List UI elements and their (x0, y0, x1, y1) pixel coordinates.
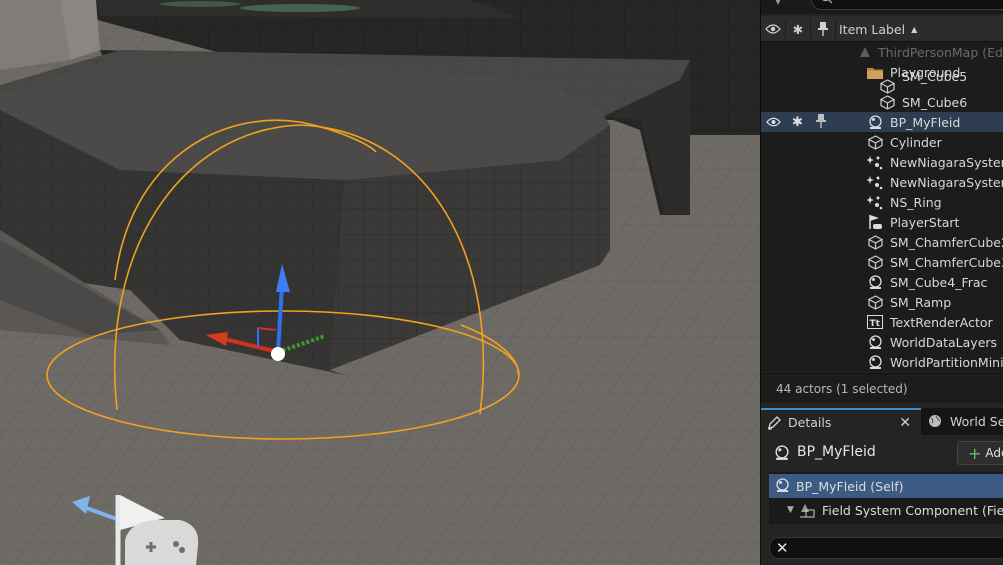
clear-search-icon[interactable]: ✕ (776, 539, 789, 557)
component-row[interactable]: ▼ Field System Component (FieldSystemCom… (769, 498, 1003, 522)
outliner-toolbar: ▾ (761, 0, 1003, 14)
outliner-row-label: WorldDataLayers (890, 334, 998, 350)
outliner-row[interactable]: WorldDataLayers (761, 332, 1003, 352)
outliner-row-label: SM_ChamferCube3 (890, 254, 1003, 270)
item-label-header-text: Item Label (839, 21, 906, 37)
static-mesh-icon (867, 134, 883, 150)
eye-icon[interactable] (766, 115, 782, 130)
plus-icon: + (968, 443, 982, 463)
outliner-header: ✱ Item Label ▲ (761, 16, 1003, 42)
actor-sphere-icon (867, 114, 883, 130)
details-actor-name[interactable]: BP_MyFleid (797, 444, 876, 460)
right-panel: ▾ ✱ Item Label ▲ ThirdPersonMap (Ed Play… (760, 0, 1003, 565)
outliner-row[interactable]: NewNiagaraSystem (761, 152, 1003, 172)
star-icon: ✱ (792, 21, 804, 37)
tab-world-settings-label: World Settings (950, 414, 1003, 429)
static-mesh-icon (867, 294, 883, 310)
field-system-icon (799, 502, 815, 518)
component-label: BP_MyFleid (Self) (796, 478, 904, 494)
actor-sphere-icon (867, 274, 883, 290)
search-icon (820, 0, 834, 5)
outliner-row[interactable]: SM_Cube6 (761, 92, 1003, 112)
outliner-row-label: Cylinder (890, 134, 942, 150)
close-icon[interactable]: ✕ (899, 415, 911, 431)
pencil-icon (767, 415, 782, 433)
visibility-column-header[interactable] (761, 16, 785, 42)
outliner-row-label: SM_Cube4_Frac (890, 274, 988, 290)
map-icon (857, 44, 873, 60)
expand-arrow-icon[interactable]: ▼ (787, 505, 794, 515)
outliner-row-label: NewNiagaraSystem (890, 174, 1003, 190)
actor-sphere-icon (774, 445, 790, 464)
outliner-row[interactable]: SM_Cube4_Frac (761, 272, 1003, 292)
details-header: BP_MyFleid + Add (761, 437, 1003, 469)
outliner-row[interactable]: NewNiagaraSystem (761, 172, 1003, 192)
viewport-scene (0, 0, 760, 565)
level-viewport[interactable] (0, 0, 760, 565)
outliner-row-label: SM_Cube6 (902, 94, 968, 110)
static-mesh-icon (867, 254, 883, 270)
outliner-row-label: PlayerStart (890, 214, 960, 230)
player-start-icon (867, 214, 883, 230)
outliner-row[interactable]: NS_Ring (761, 192, 1003, 212)
filter-icon[interactable]: ▾ (775, 0, 781, 8)
eye-icon (765, 24, 781, 34)
sort-ascending-icon: ▲ (911, 24, 918, 34)
outliner-row[interactable]: Tt TextRenderActor (761, 312, 1003, 332)
outliner-row[interactable]: PlayerStart (761, 212, 1003, 232)
globe-icon (928, 414, 942, 431)
outliner-row-label: SM_ChamferCube2 (890, 234, 1003, 250)
outliner-tree[interactable]: ThirdPersonMap (Editor) Playground SM_Cu… (761, 42, 1003, 372)
pin-icon (818, 22, 828, 36)
svg-text:Tt: Tt (870, 319, 881, 329)
pin-icon[interactable] (816, 113, 828, 131)
star-column-header[interactable]: ✱ (786, 16, 810, 42)
outliner-row[interactable]: SM_Ramp (761, 292, 1003, 312)
static-mesh-icon (879, 94, 895, 110)
outliner-row-label: WorldPartitionMiniMap (890, 354, 1003, 370)
star-icon[interactable]: ✱ (792, 115, 804, 130)
outliner-row-map[interactable]: ThirdPersonMap (Editor) (761, 42, 1003, 62)
niagara-icon (867, 194, 883, 210)
tab-world-settings[interactable]: World Settings (926, 408, 1003, 435)
column-divider (835, 19, 836, 39)
details-tabbar: Details ✕ World Settings (761, 408, 1003, 435)
item-label-column-header[interactable]: Item Label ▲ (839, 16, 999, 42)
details-search-box[interactable]: ✕ (769, 537, 1003, 559)
outliner-row-label: ThirdPersonMap (Editor) (878, 44, 1003, 60)
outliner-row-label: TextRenderActor (890, 314, 993, 330)
tab-details[interactable]: Details ✕ (761, 408, 921, 435)
tab-details-label: Details (788, 415, 832, 430)
outliner-row-label: BP_MyFleid (890, 114, 961, 130)
component-label: Field System Component (FieldSystemCompo… (822, 502, 1003, 518)
niagara-icon (867, 174, 883, 190)
text-render-icon: Tt (867, 314, 883, 330)
outliner-row[interactable]: SM_ChamferCube2 (761, 232, 1003, 252)
pin-column-header[interactable] (811, 16, 835, 42)
static-mesh-icon (867, 234, 883, 250)
outliner-row-label: NS_Ring (890, 194, 942, 210)
outliner-row-selected[interactable]: ✱ BP_MyFleid (761, 112, 1003, 132)
outliner-status: 44 actors (1 selected) (761, 373, 1003, 403)
actor-sphere-icon (775, 478, 791, 494)
component-row-self[interactable]: BP_MyFleid (Self) (769, 474, 1003, 498)
editor-window: ▾ ✱ Item Label ▲ ThirdPersonMap (Ed Play… (0, 0, 1003, 565)
outliner-row[interactable]: SM_ChamferCube3 (761, 252, 1003, 272)
outliner-search-box[interactable] (811, 0, 1003, 10)
add-button-label: Add (985, 446, 1003, 460)
outliner-row-label: SM_Cube5 (902, 69, 968, 84)
outliner-row[interactable]: WorldPartitionMiniMap (761, 352, 1003, 372)
outliner-row-label: SM_Ramp (890, 294, 952, 310)
add-component-button[interactable]: + Add (957, 441, 1003, 465)
actor-sphere-icon (867, 354, 883, 370)
outliner-row[interactable]: Cylinder (761, 132, 1003, 152)
outliner-row-label: NewNiagaraSystem (890, 154, 1003, 170)
niagara-icon (867, 154, 883, 170)
component-tree[interactable]: BP_MyFleid (Self) ▼ Field System Compone… (769, 472, 1003, 524)
actor-sphere-icon (867, 334, 883, 350)
